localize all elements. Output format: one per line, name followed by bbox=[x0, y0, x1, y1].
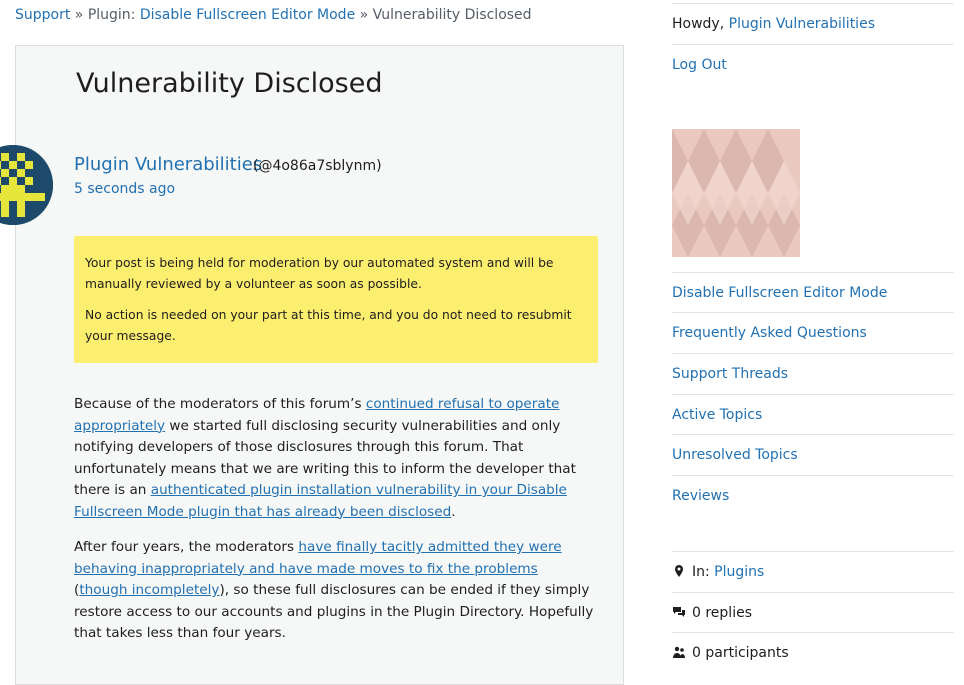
sidebar-item-plugin[interactable]: Disable Fullscreen Editor Mode bbox=[672, 272, 954, 313]
post-paragraph: After four years, the moderators have fi… bbox=[74, 537, 594, 645]
post-timestamp-link[interactable]: 5 seconds ago bbox=[74, 181, 175, 197]
sidebar-item-active-topics[interactable]: Active Topics bbox=[672, 394, 954, 435]
sidebar-link-label[interactable]: Reviews bbox=[672, 488, 729, 504]
author-handle: (@4o86a7sblynm) bbox=[253, 158, 382, 174]
sidebar-item-support-threads[interactable]: Support Threads bbox=[672, 353, 954, 394]
sidebar-item-faq[interactable]: Frequently Asked Questions bbox=[672, 312, 954, 353]
participants-count: 0 participants bbox=[692, 645, 789, 661]
breadcrumb: Support » Plugin: Disable Fullscreen Edi… bbox=[15, 7, 532, 23]
breadcrumb-current: Vulnerability Disclosed bbox=[372, 7, 532, 23]
topic-participants-row: 0 participants bbox=[672, 632, 954, 673]
people-icon bbox=[672, 645, 686, 659]
banner-pattern bbox=[672, 129, 800, 257]
text-span: . bbox=[451, 503, 456, 520]
notice-line-1: Your post is being held for moderation b… bbox=[85, 256, 554, 291]
replies-count: 0 replies bbox=[692, 605, 752, 621]
breadcrumb-separator: » bbox=[70, 7, 88, 23]
text-span: After four years, the moderators bbox=[74, 539, 299, 555]
post-body: Because of the moderators of this forum’… bbox=[74, 394, 594, 659]
logout-row: Log Out bbox=[672, 44, 954, 84]
sidebar-link-label[interactable]: Disable Fullscreen Editor Mode bbox=[672, 285, 887, 301]
sidebar-item-unresolved-topics[interactable]: Unresolved Topics bbox=[672, 434, 954, 475]
speech-bubbles-icon bbox=[672, 605, 686, 619]
forum-link[interactable]: Plugins bbox=[714, 564, 764, 580]
notice-line-2: No action is needed on your part at this… bbox=[85, 308, 572, 343]
text-span: Because of the moderators of this forum’… bbox=[74, 396, 366, 412]
topic-forum-row: In: Plugins bbox=[672, 551, 954, 592]
user-profile-link[interactable]: Plugin Vulnerabilities bbox=[729, 16, 875, 32]
breadcrumb-plugin-prefix: Plugin: bbox=[87, 7, 140, 23]
page-title: Vulnerability Disclosed bbox=[76, 68, 383, 99]
location-pin-icon bbox=[672, 564, 686, 578]
sidebar-link-label[interactable]: Active Topics bbox=[672, 407, 762, 423]
howdy-row: Howdy, Plugin Vulnerabilities bbox=[672, 3, 954, 45]
logout-link[interactable]: Log Out bbox=[672, 57, 727, 73]
breadcrumb-separator: » bbox=[355, 7, 373, 23]
sidebar-link-label[interactable]: Frequently Asked Questions bbox=[672, 325, 867, 341]
howdy-label: Howdy, bbox=[672, 16, 729, 32]
topic-replies-row: 0 replies bbox=[672, 592, 954, 633]
forum-label: In: bbox=[692, 564, 715, 580]
breadcrumb-support-link[interactable]: Support bbox=[15, 7, 70, 23]
moderation-notice: Your post is being held for moderation b… bbox=[74, 236, 598, 363]
sidebar-link-label[interactable]: Unresolved Topics bbox=[672, 447, 798, 463]
sidebar-item-reviews[interactable]: Reviews bbox=[672, 475, 954, 516]
incompletely-link[interactable]: though incompletely bbox=[79, 582, 219, 598]
sidebar-link-label[interactable]: Support Threads bbox=[672, 366, 788, 382]
plugin-banner-image[interactable] bbox=[672, 129, 800, 257]
breadcrumb-plugin-link[interactable]: Disable Fullscreen Editor Mode bbox=[140, 7, 355, 23]
author-name-link[interactable]: Plugin Vulnerabilities bbox=[74, 154, 262, 175]
post-paragraph: Because of the moderators of this forum’… bbox=[74, 394, 594, 523]
